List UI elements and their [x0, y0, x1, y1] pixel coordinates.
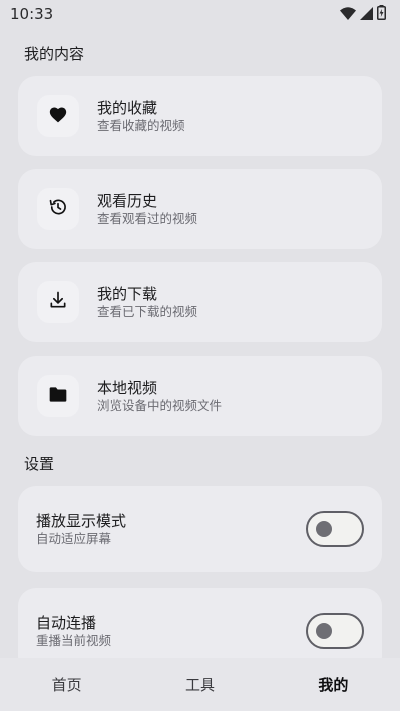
autoplay-subtitle: 重播当前视频 [36, 632, 112, 648]
history-title: 观看历史 [97, 191, 158, 210]
battery-icon [377, 4, 386, 24]
display-mode-text: 播放显示模式 自动适应屏幕 [36, 512, 126, 547]
status-time: 10:33 [10, 5, 54, 23]
downloads-title: 我的下载 [97, 284, 158, 303]
history-text: 观看历史 查看观看过的视频 [97, 192, 197, 227]
favorites-icon-box [37, 95, 79, 137]
display-mode-subtitle: 自动适应屏幕 [36, 530, 112, 546]
bottom-nav: 首页 工具 我的 [0, 658, 400, 711]
history-icon-box [37, 188, 79, 230]
signal-icon [360, 5, 373, 24]
nav-tools[interactable]: 工具 [133, 674, 266, 695]
display-mode-title: 播放显示模式 [36, 511, 127, 530]
content-section-title: 我的内容 [24, 45, 85, 63]
local-videos-text: 本地视频 浏览设备中的视频文件 [97, 379, 222, 414]
heart-icon [48, 105, 68, 127]
display-mode-setting: 播放显示模式 自动适应屏幕 [18, 486, 382, 572]
local-videos-subtitle: 浏览设备中的视频文件 [97, 397, 223, 413]
downloads-text: 我的下载 查看已下载的视频 [97, 285, 197, 320]
favorites-card[interactable]: 我的收藏 查看收藏的视频 [18, 76, 382, 156]
autoplay-toggle[interactable] [306, 613, 364, 649]
nav-home[interactable]: 首页 [0, 674, 133, 695]
history-card[interactable]: 观看历史 查看观看过的视频 [18, 169, 382, 249]
local-videos-icon-box [37, 375, 79, 417]
history-subtitle: 查看观看过的视频 [97, 210, 198, 226]
status-bar: 10:33 [0, 0, 400, 28]
display-mode-toggle-knob [316, 521, 332, 537]
download-icon [48, 290, 68, 314]
folder-icon [48, 386, 68, 407]
history-icon [48, 197, 68, 221]
downloads-subtitle: 查看已下载的视频 [97, 303, 198, 319]
autoplay-title: 自动连播 [36, 613, 97, 632]
local-videos-card[interactable]: 本地视频 浏览设备中的视频文件 [18, 356, 382, 436]
display-mode-toggle[interactable] [306, 511, 364, 547]
autoplay-text: 自动连播 重播当前视频 [36, 614, 111, 649]
favorites-text: 我的收藏 查看收藏的视频 [97, 99, 185, 134]
downloads-icon-box [37, 281, 79, 323]
downloads-card[interactable]: 我的下载 查看已下载的视频 [18, 262, 382, 342]
favorites-title: 我的收藏 [97, 98, 158, 117]
wifi-icon [340, 5, 356, 24]
favorites-subtitle: 查看收藏的视频 [97, 117, 185, 133]
nav-mine[interactable]: 我的 [267, 674, 400, 695]
status-icons [340, 4, 386, 24]
autoplay-toggle-knob [316, 623, 332, 639]
local-videos-title: 本地视频 [97, 378, 158, 397]
settings-section-title: 设置 [24, 455, 55, 473]
